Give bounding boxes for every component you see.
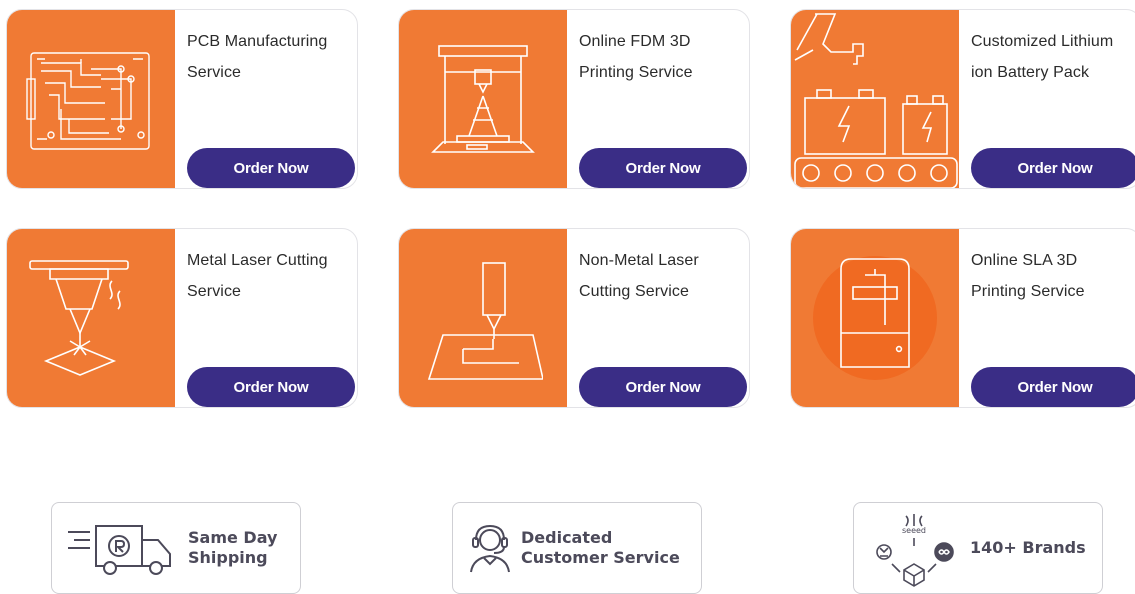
service-card-pcb[interactable]: PCB Manufacturing Service Order Now	[6, 9, 358, 189]
pcb-image	[7, 10, 175, 188]
sla-printer-icon	[813, 256, 937, 380]
sla-image	[791, 229, 959, 407]
feature-label: 140+ Brands	[970, 538, 1086, 557]
fdm-printer-icon	[431, 45, 535, 153]
service-title: Metal Laser Cutting Service	[187, 252, 328, 300]
service-card-metal-laser[interactable]: Metal Laser Cutting Service Order Now	[6, 228, 358, 408]
nonmetal-laser-icon	[427, 262, 543, 380]
service-card-nonmetal-laser[interactable]: Non-Metal Laser Cutting Service Order No…	[398, 228, 750, 408]
headset-agent-icon	[467, 522, 513, 574]
order-now-button[interactable]: Order Now	[187, 148, 355, 188]
order-now-button[interactable]: Order Now	[971, 367, 1135, 407]
order-now-button[interactable]: Order Now	[579, 148, 747, 188]
metal-laser-image	[7, 229, 175, 407]
feature-customer-service: Dedicated Customer Service	[452, 502, 702, 594]
service-card-fdm[interactable]: Online FDM 3D Printing Service Order Now	[398, 9, 750, 189]
feature-label: Same Day Shipping	[188, 528, 278, 567]
service-title: Online SLA 3D Printing Service	[971, 252, 1085, 300]
feature-brands: seeed 140+ Brands	[853, 502, 1103, 594]
order-now-button[interactable]: Order Now	[187, 367, 355, 407]
service-title: Online FDM 3D Printing Service	[579, 33, 693, 81]
battery-image	[791, 10, 959, 188]
service-title: Customized Lithium ion Battery Pack	[971, 33, 1114, 81]
nonmetal-laser-image	[399, 229, 567, 407]
laser-cutter-icon	[29, 260, 129, 376]
brands-icon: seeed	[864, 508, 964, 588]
service-title: Non-Metal Laser Cutting Service	[579, 252, 699, 300]
service-card-sla[interactable]: Online SLA 3D Printing Service Order Now	[790, 228, 1135, 408]
seeed-logo-text: seeed	[902, 526, 926, 535]
order-now-button[interactable]: Order Now	[579, 367, 747, 407]
pcb-icon	[26, 52, 150, 150]
battery-pack-icon	[794, 13, 958, 188]
feature-label: Dedicated Customer Service	[521, 528, 680, 567]
order-now-button[interactable]: Order Now	[971, 148, 1135, 188]
delivery-truck-icon	[66, 518, 176, 578]
fdm-image	[399, 10, 567, 188]
feature-same-day-shipping: Same Day Shipping	[51, 502, 301, 594]
service-card-battery[interactable]: Customized Lithium ion Battery Pack Orde…	[790, 9, 1135, 189]
service-title: PCB Manufacturing Service	[187, 33, 328, 81]
